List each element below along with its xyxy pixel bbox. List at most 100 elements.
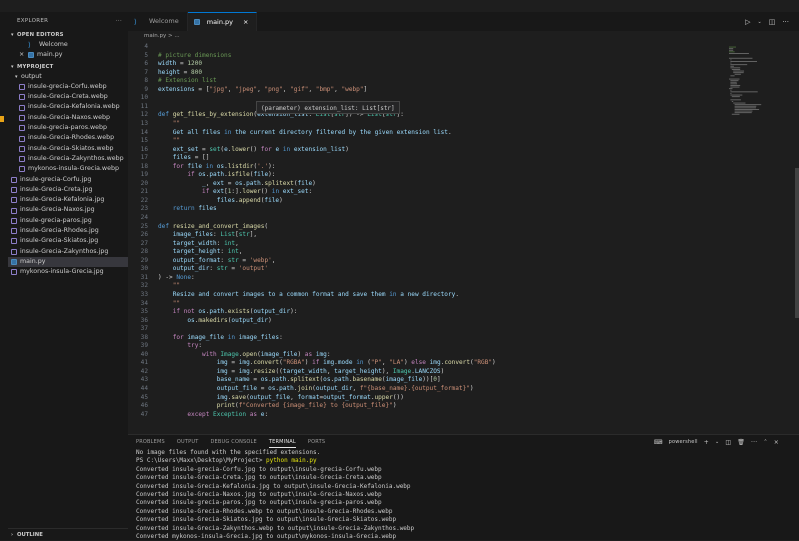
more-actions-icon[interactable]: ··· <box>782 18 789 26</box>
line-number: 41 <box>140 359 148 367</box>
close-icon[interactable]: × <box>243 13 248 32</box>
file-item[interactable]: insule-Grecia-Naxos.webp <box>8 113 128 123</box>
add-terminal-icon[interactable]: + <box>704 439 709 446</box>
file-item[interactable]: insule-grecia-Corfu.webp <box>8 82 128 92</box>
split-editor-icon[interactable]: ◫ <box>769 18 776 26</box>
file-item[interactable]: insule-Grecia-Rhodes.webp <box>8 133 128 143</box>
explorer-title: EXPLORER <box>17 18 49 24</box>
shell-name[interactable]: powershell <box>669 439 698 446</box>
minimap-line <box>734 73 741 75</box>
tab-main-py[interactable]: main.py × <box>187 12 258 32</box>
line-number: 33 <box>140 290 148 298</box>
minimap[interactable] <box>727 41 772 434</box>
open-editors-section[interactable]: ▾ OPEN EDITORS <box>8 30 128 40</box>
code-line: for file in os.listdir('.'): <box>172 162 276 170</box>
minimap-line <box>729 46 736 48</box>
code-line: try: <box>187 342 203 350</box>
line-number: 42 <box>140 367 148 375</box>
file-name: insule-Grecia-Kefalonia.webp <box>28 103 120 111</box>
code-line: # Extension list <box>158 77 217 85</box>
file-item[interactable]: insule-Grecia-Skiatos.jpg <box>8 236 128 246</box>
close-icon[interactable]: × <box>774 439 779 446</box>
terminal-line: Converted insule-Grecia-Skiatos.jpg to o… <box>136 516 397 524</box>
tab-debug-console[interactable]: DEBUG CONSOLE <box>210 439 256 445</box>
code-editor[interactable]: 4 5 # picture dimensions 6 width = 1200 7 heig… <box>128 41 772 434</box>
line-number: 9 <box>144 85 148 93</box>
chevron-down-icon[interactable]: ⌄ <box>715 439 719 446</box>
image-file-icon <box>11 207 17 214</box>
file-name: insule-Grecia-Naxos.webp <box>28 113 110 121</box>
file-item[interactable]: insule-Grecia-Skiatos.webp <box>8 144 128 154</box>
file-item[interactable]: insule-Grecia-Zakynthos.jpg <box>8 247 128 257</box>
line-number: 16 <box>140 145 148 153</box>
line-number: 43 <box>140 376 148 384</box>
close-icon[interactable]: × <box>19 50 28 60</box>
line-number: 36 <box>140 316 148 324</box>
minimap-line <box>731 113 740 115</box>
tab-terminal[interactable]: TERMINAL <box>268 437 296 448</box>
breadcrumb[interactable]: main.py > ... <box>128 31 799 41</box>
notification-icon[interactable] <box>0 116 4 122</box>
trash-icon[interactable]: 🗑 <box>737 439 745 446</box>
more-actions-icon[interactable]: ··· <box>116 12 122 30</box>
file-item[interactable]: mykonos-insula-Grecia.webp <box>8 164 128 174</box>
minimap-line <box>730 59 732 61</box>
file-name: insule-Grecia-Creta.jpg <box>20 185 93 193</box>
minimap-line <box>730 93 732 94</box>
minimap-line <box>730 62 732 64</box>
file-item[interactable]: insule-Grecia-Rhodes.jpg <box>8 226 128 236</box>
tab-ports[interactable]: PORTS <box>308 439 325 445</box>
minimap-line <box>730 67 741 69</box>
folder-output[interactable]: ▾ output <box>8 72 128 82</box>
line-number: 46 <box>140 402 148 410</box>
tab-output[interactable]: OUTPUT <box>177 439 199 445</box>
editor-actions: ▷ ⌄ ◫ ··· <box>745 12 799 31</box>
outline-section[interactable]: › OUTLINE <box>8 528 128 540</box>
minimap-line <box>730 65 734 67</box>
open-editor-welcome[interactable]: ⟩ Welcome <box>8 40 128 50</box>
editor-scrollbar[interactable] <box>795 168 799 318</box>
file-name: mykonos-insula-Grecia.jpg <box>20 268 104 276</box>
file-name: insule-grecia-Corfu.jpg <box>20 175 92 183</box>
file-item[interactable]: insule-Grecia-Creta.webp <box>8 92 128 102</box>
file-item[interactable]: insule-Grecia-Kefalonia.webp <box>8 102 128 112</box>
file-item[interactable]: main.py <box>8 256 128 268</box>
file-item[interactable]: insule-grecia-Corfu.jpg <box>8 175 128 185</box>
open-editor-main-py[interactable]: × main.py <box>8 50 128 60</box>
file-item[interactable]: insule-grecia-paros.jpg <box>8 216 128 226</box>
code-line: width = 1200 <box>158 60 203 68</box>
file-item[interactable]: insule-Grecia-Zakynthos.webp <box>8 154 128 164</box>
line-number: 22 <box>140 196 148 204</box>
minimap-line <box>734 112 752 114</box>
file-item[interactable]: insule-Grecia-Naxos.jpg <box>8 205 128 215</box>
line-number: 39 <box>140 342 148 350</box>
image-file-icon <box>19 135 25 142</box>
tab-problems[interactable]: PROBLEMS <box>136 439 165 445</box>
more-actions-icon[interactable]: ··· <box>751 439 757 446</box>
file-name: insule-Grecia-Zakynthos.webp <box>28 154 124 162</box>
project-section[interactable]: ▾ MYPROJECT <box>8 62 128 72</box>
file-item[interactable]: insule-grecia-paros.webp <box>8 123 128 133</box>
file-item[interactable]: mykonos-insula-Grecia.jpg <box>8 267 128 277</box>
line-number: 15 <box>140 137 148 145</box>
terminal-output[interactable]: No image files found with the specified … <box>128 449 799 541</box>
file-item[interactable]: insule-Grecia-Kefalonia.jpg <box>8 195 128 205</box>
terminal-line: Converted insule-Grecia-Creta.jpg to out… <box>136 474 382 482</box>
minimap-line <box>734 105 757 107</box>
image-file-icon <box>19 125 25 132</box>
file-name: insule-Grecia-Skiatos.webp <box>28 144 114 152</box>
chevron-down-icon[interactable]: ⌄ <box>757 19 761 25</box>
split-terminal-icon[interactable]: ◫ <box>725 439 731 446</box>
python-icon <box>28 52 34 59</box>
file-item[interactable]: insule-Grecia-Creta.jpg <box>8 185 128 195</box>
code-line: extensions = ["jpg", "jpeg", "png", "gif… <box>158 85 368 93</box>
tab-welcome[interactable]: ⟩ Welcome <box>128 12 188 31</box>
run-icon[interactable]: ▷ <box>745 18 750 26</box>
python-icon <box>11 259 17 266</box>
code-line: for image_file in image_files: <box>172 333 283 341</box>
chevron-up-icon[interactable]: ⌃ <box>763 439 767 446</box>
code-line: Resize and convert images to a common fo… <box>172 290 459 298</box>
code-line: output_dir: str = 'output' <box>172 265 269 273</box>
line-number: 34 <box>140 299 148 307</box>
bottom-panel: PROBLEMS OUTPUT DEBUG CONSOLE TERMINAL P… <box>128 434 799 540</box>
